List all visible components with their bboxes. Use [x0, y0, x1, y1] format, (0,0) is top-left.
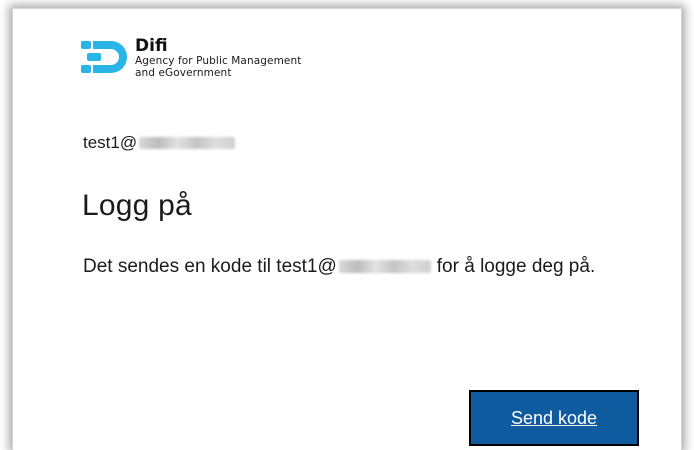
code-info-before: Det sendes en kode til test1@ — [83, 256, 337, 277]
brand-subtitle-line2: and eGovernment — [135, 67, 232, 79]
brand-subtitle-line1: Agency for Public Management — [135, 55, 302, 67]
difi-logo-icon — [81, 41, 127, 73]
login-card: Difi Agency for Public Management and eG… — [12, 8, 682, 450]
page-stage: Difi Agency for Public Management and eG… — [0, 0, 694, 450]
redacted-email-domain-inline — [338, 260, 431, 274]
account-identity: test1@ — [83, 133, 236, 153]
brand-logo: Difi Agency for Public Management and eG… — [81, 37, 301, 79]
account-email-prefix: test1@ — [83, 133, 138, 152]
code-info-text: Det sendes en kode til test1@ for å logge… — [83, 253, 643, 281]
brand-text: Difi Agency for Public Management and eG… — [135, 37, 301, 79]
code-info-after: for å logge deg på. — [436, 256, 596, 277]
brand-name: Difi — [135, 36, 168, 56]
send-code-button[interactable]: Send kode — [469, 390, 639, 446]
redacted-email-domain — [139, 137, 236, 149]
page-title: Logg på — [82, 189, 192, 222]
